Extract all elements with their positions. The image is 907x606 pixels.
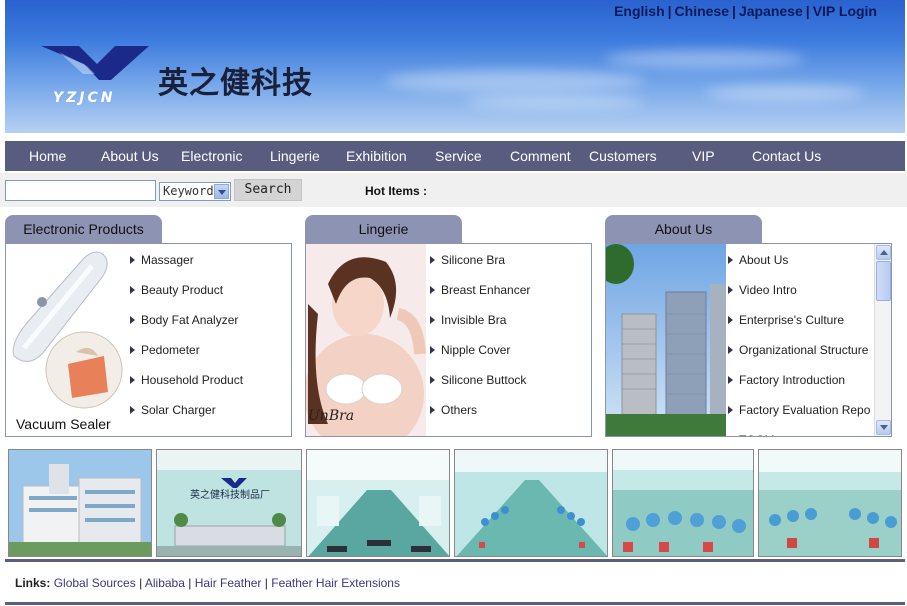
vacuum-sealer-image[interactable]	[6, 244, 126, 436]
list-item[interactable]: Organizational Structure	[726, 338, 876, 368]
search-bar: Keyword Search Hot Items :	[0, 173, 907, 207]
assembly-workers-image	[613, 450, 753, 556]
scroll-up-icon[interactable]	[876, 245, 891, 260]
search-type-value: Keyword	[163, 184, 214, 198]
nav-lingerie[interactable]: Lingerie	[270, 141, 320, 171]
list-item[interactable]: Invisible Bra	[428, 308, 530, 338]
list-item[interactable]: Body Fat Analyzer	[128, 308, 243, 338]
lang-english-link[interactable]: English	[614, 3, 665, 19]
image-caption: Vacuum Sealer	[16, 416, 111, 432]
list-item[interactable]: Enterprise's Culture	[726, 308, 876, 338]
factory-photo[interactable]	[306, 449, 450, 557]
separator: |	[667, 3, 672, 19]
lang-japanese-link[interactable]: Japanese	[739, 3, 803, 19]
list-item[interactable]: About Us	[726, 248, 876, 278]
factory-photo[interactable]	[612, 449, 754, 557]
link-feather-hair-extensions[interactable]: Feather Hair Extensions	[271, 576, 400, 590]
list-item[interactable]: Solar Charger	[128, 398, 243, 428]
nav-electronic[interactable]: Electronic	[181, 141, 242, 171]
hot-items-label: Hot Items :	[365, 184, 428, 198]
scroll-down-icon[interactable]	[876, 420, 891, 435]
link-hair-feather[interactable]: Hair Feather	[195, 576, 262, 590]
factory-photo[interactable]	[8, 449, 152, 557]
list-item[interactable]: Factory Introduction	[726, 368, 876, 398]
factory-sign-text: 英之健科技制品厂	[190, 488, 270, 501]
about-list: About Us Video Intro Enterprise's Cultur…	[726, 248, 876, 436]
company-logo: YZJCN	[41, 46, 149, 106]
nav-exhibition[interactable]: Exhibition	[346, 141, 407, 171]
main-nav: Home About Us Electronic Lingerie Exhibi…	[5, 141, 905, 171]
separator: |	[188, 576, 192, 590]
nav-about-us[interactable]: About Us	[101, 141, 159, 171]
separator: |	[139, 576, 143, 590]
nav-contact-us[interactable]: Contact Us	[752, 141, 821, 171]
panel-title[interactable]: About Us	[605, 215, 762, 244]
logo-text: YZJCN	[53, 90, 116, 106]
nav-home[interactable]: Home	[29, 141, 66, 171]
factory-photo[interactable]	[454, 449, 608, 557]
footer-divider	[5, 559, 905, 562]
link-alibaba[interactable]: Alibaba	[145, 576, 185, 590]
image-caption: UnBra	[308, 408, 354, 424]
search-button[interactable]: Search	[234, 179, 302, 201]
link-global-sources[interactable]: Global Sources	[54, 576, 136, 590]
separator: |	[264, 576, 268, 590]
vip-login-link[interactable]: VIP Login	[813, 3, 877, 19]
factory-photo[interactable]: 英之健科技制品厂	[156, 449, 302, 557]
about-scrollbar[interactable]	[874, 244, 891, 436]
panel-body: About Us Video Intro Enterprise's Cultur…	[605, 243, 892, 437]
list-item[interactable]: Breast Enhancer	[428, 278, 530, 308]
footer-links: Links: Global Sources | Alibaba | Hair F…	[15, 576, 400, 590]
company-building-image[interactable]	[606, 244, 726, 436]
panel-body: Vacuum Sealer Massager Beauty Product Bo…	[5, 243, 292, 437]
list-item[interactable]: Beauty Product	[128, 278, 243, 308]
factory-interior-image	[307, 450, 449, 556]
links-label: Links:	[15, 576, 51, 590]
list-item[interactable]: Household Product	[128, 368, 243, 398]
list-item[interactable]: Pedometer	[128, 338, 243, 368]
list-item[interactable]: Silicone Bra	[428, 248, 530, 278]
company-name: 英之健科技	[158, 66, 313, 101]
panel-body: UnBra Silicone Bra Breast Enhancer Invis…	[305, 243, 592, 437]
factory-photo[interactable]	[758, 449, 902, 557]
panel-title[interactable]: Lingerie	[305, 215, 462, 244]
banner-cloud	[465, 95, 645, 109]
list-item[interactable]: Video Intro	[726, 278, 876, 308]
nav-customers[interactable]: Customers	[589, 141, 657, 171]
separator: |	[805, 3, 810, 19]
reception-hall-image: 英之健科技制品厂	[157, 450, 301, 556]
list-item[interactable]: TQCM	[726, 428, 876, 436]
list-item[interactable]: Factory Evaluation Repo	[726, 398, 876, 428]
banner-cloud	[605, 50, 805, 68]
chevron-down-icon[interactable]	[214, 184, 229, 199]
search-type-select[interactable]: Keyword	[159, 182, 231, 201]
panel-title[interactable]: Electronic Products	[5, 215, 162, 244]
header-banner: English | Chinese | Japanese | VIP Login YZJCN…	[5, 0, 905, 133]
language-menu: English | Chinese | Japanese | VIP Login	[614, 3, 877, 19]
lingerie-category-list: Silicone Bra Breast Enhancer Invisible B…	[428, 248, 530, 428]
list-item[interactable]: Silicone Buttock	[428, 368, 530, 398]
banner-cloud	[705, 85, 865, 101]
lang-chinese-link[interactable]: Chinese	[675, 3, 729, 19]
production-line-image	[455, 450, 607, 556]
footer-divider	[5, 602, 905, 605]
workshop-image	[759, 450, 901, 556]
banner-cloud	[385, 70, 645, 92]
electronic-category-list: Massager Beauty Product Body Fat Analyze…	[128, 248, 243, 428]
list-item[interactable]: Nipple Cover	[428, 338, 530, 368]
lingerie-model-image[interactable]: UnBra	[306, 244, 426, 436]
list-item[interactable]: Others	[428, 398, 530, 428]
search-input[interactable]	[5, 180, 156, 201]
scroll-thumb[interactable]	[876, 261, 891, 301]
list-item[interactable]: Massager	[128, 248, 243, 278]
nav-vip[interactable]: VIP	[692, 141, 715, 171]
separator: |	[732, 3, 736, 19]
nav-service[interactable]: Service	[435, 141, 482, 171]
nav-comment[interactable]: Comment	[510, 141, 571, 171]
factory-exterior-image	[9, 450, 151, 556]
